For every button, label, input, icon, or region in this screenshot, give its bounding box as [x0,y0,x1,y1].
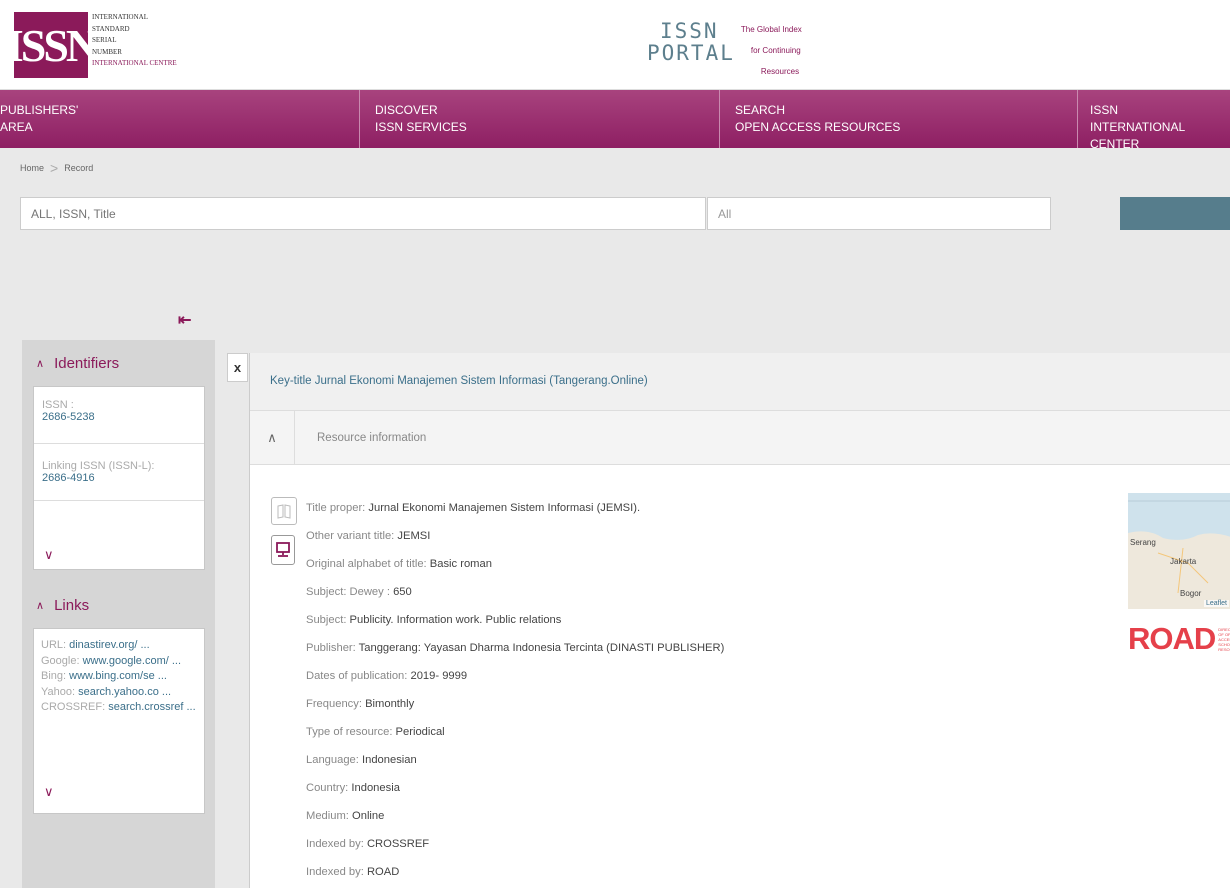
chevron-down-icon[interactable]: ∨ [34,547,204,569]
search-button[interactable] [1120,197,1230,230]
chevron-down-icon[interactable]: ∨ [34,784,204,806]
main-nav: PUBLISHERS' AREA DISCOVER ISSN SERVICES SE… [0,90,1230,151]
road-logo-text: ROAD [1128,621,1216,656]
issn-portal-logo[interactable]: ISSN PORTAL The Global Index for Continu… [647,19,802,82]
link-label: Bing: [41,670,70,682]
breadcrumb-current: Record [64,163,94,173]
links-header[interactable]: ∧ Links [22,582,215,628]
chevron-up-icon: ∧ [36,599,45,612]
field-subject: Subject: Publicity. Information work. Pu… [306,614,562,626]
chevron-up-icon[interactable]: ∧ [250,410,295,465]
site-header: ISSN INTERNATIONAL STANDARD SERIAL NUMBE… [0,0,1230,90]
breadcrumb-home[interactable]: Home [20,163,44,173]
field-frequency: Frequency: Bimonthly [306,698,415,710]
record-panel: Key-title Jurnal Ekonomi Manajemen Siste… [249,353,1230,888]
issn-cell: ISSN : 2686-5238 [34,387,204,444]
identifiers-empty [34,501,204,547]
field-language: Language: Indonesian [306,754,417,766]
record-fields: Title proper: Jurnal Ekonomi Manajemen S… [306,494,724,886]
nav-international-center[interactable]: ISSN INTERNATIONAL CENTER [1078,90,1230,151]
issn-value[interactable]: 2686-5238 [42,411,194,423]
link-crossref[interactable]: CROSSREF: search.crossref ... [34,700,204,716]
links-box: URL: dinastirev.org/ ... Google: www.goo… [33,628,205,814]
field-publisher: Publisher: Tanggerang: Yayasan Dharma In… [306,642,725,654]
resource-info-label: Resource information [317,431,427,444]
nav-publishers-area[interactable]: PUBLISHERS' AREA [0,90,360,148]
map-label-bogor: Bogor [1180,589,1202,598]
field-subject-dewey: Subject: Dewey : 650 [306,586,412,598]
nav-search-open-access[interactable]: SEARCH OPEN ACCESS RESOURCES [720,90,1078,148]
link-yahoo[interactable]: Yahoo: search.yahoo.co ... [34,685,204,701]
search-scope-select[interactable]: All [707,197,1051,230]
location-map[interactable]: Serang Jakarta Bogor Leaflet [1128,493,1230,609]
close-button[interactable]: x [227,353,248,382]
link-value[interactable]: www.google.com/ ... [83,655,181,667]
chevron-up-icon: ∧ [36,357,45,370]
link-value[interactable]: search.crossref ... [108,701,195,713]
road-logo[interactable]: ROAD DIRECTORY OF OPEN ACCESS SCHOLARLY … [1128,621,1230,657]
nav-discover-services[interactable]: DISCOVER ISSN SERVICES [360,90,720,148]
field-country: Country: Indonesia [306,782,400,794]
collapse-sidebar-icon[interactable]: ⇤ [178,310,191,330]
field-indexed-crossref: Indexed by: CROSSREF [306,838,430,850]
field-dates: Dates of publication: 2019- 9999 [306,670,468,682]
map-label-serang: Serang [1130,538,1156,547]
field-variant-title: Other variant title: JEMSI [306,530,431,542]
link-label: URL: [41,639,70,651]
identifiers-header[interactable]: ∧ Identifiers [22,340,215,386]
map-attribution[interactable]: Leaflet [1203,600,1229,607]
book-icon [271,497,297,525]
link-label: CROSSREF: [41,701,109,713]
link-label: Yahoo: [41,685,79,698]
map-label-jakarta: Jakarta [1170,557,1197,566]
identifiers-box: ISSN : 2686-5238 Linking ISSN (ISSN-L): … [33,386,205,570]
link-value[interactable]: search.yahoo.co ... [78,686,171,698]
identifiers-title: Identifiers [54,354,120,372]
linking-issn-label: Linking ISSN (ISSN-L): [42,460,155,472]
linking-issn-cell: Linking ISSN (ISSN-L): 2686-4916 [34,444,204,501]
key-title: Key-title Jurnal Ekonomi Manajemen Siste… [250,353,1230,411]
breadcrumb: Home > Record [20,160,93,176]
search-input[interactable] [20,197,706,230]
issn-logo[interactable]: ISSN INTERNATIONAL STANDARD SERIAL NUMBE… [6,12,177,78]
link-label: Google: [41,654,83,667]
link-bing[interactable]: Bing: www.bing.com/se ... [34,669,204,685]
links-title: Links [54,596,90,614]
portal-subtitle: The Global Index for Continuing Resource… [740,25,802,76]
field-indexed-road: Indexed by: ROAD [306,866,400,878]
field-medium: Medium: Online [306,810,385,822]
link-value[interactable]: www.bing.com/se ... [69,670,167,682]
road-logo-subtitle: DIRECTORY OF OPEN ACCESS SCHOLARLY RESOU… [1218,626,1230,652]
chevron-right-icon: > [50,160,59,176]
issn-label: ISSN : [42,399,74,411]
issn-logo-mark: ISSN [6,12,99,78]
issn-logo-text: INTERNATIONAL STANDARD SERIAL NUMBER INT… [92,13,177,67]
resource-info-header[interactable]: ∧ Resource information [250,410,1230,465]
link-google[interactable]: Google: www.google.com/ ... [34,654,204,670]
field-original-alphabet: Original alphabet of title: Basic roman [306,558,492,570]
left-sidebar: ∧ Identifiers ISSN : 2686-5238 Linking I… [22,340,215,888]
field-type: Type of resource: Periodical [306,726,445,738]
portal-title: ISSN PORTAL [647,19,735,65]
link-value[interactable]: dinastirev.org/ ... [69,639,150,651]
linking-issn-value[interactable]: 2686-4916 [42,472,194,484]
computer-icon [271,535,295,565]
field-title-proper: Title proper: Jurnal Ekonomi Manajemen S… [306,502,641,514]
link-url[interactable]: URL: dinastirev.org/ ... [34,638,204,654]
